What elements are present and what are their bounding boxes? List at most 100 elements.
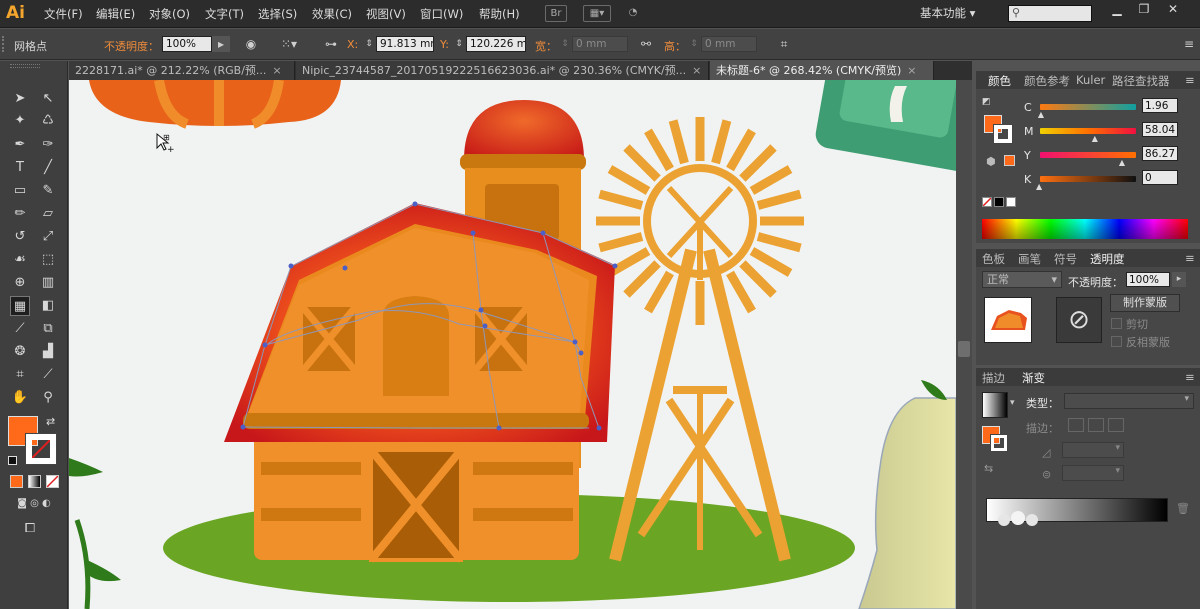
stroke-within-icon[interactable] xyxy=(1068,418,1084,432)
m-input[interactable]: 58.04 xyxy=(1142,122,1178,137)
line-tool-icon[interactable]: ╱ xyxy=(38,158,58,178)
gradient-aspect-input[interactable]: ▾ xyxy=(1062,465,1124,481)
selection-tool-icon[interactable]: ➤ xyxy=(10,89,30,109)
gradient-type-select[interactable]: ▾ xyxy=(1064,393,1194,409)
c-input[interactable]: 1.96 xyxy=(1142,98,1178,113)
rotate-tool-icon[interactable]: ↺ xyxy=(10,227,30,247)
k-slider[interactable] xyxy=(1040,176,1136,182)
tab-brushes[interactable]: 画笔 xyxy=(1018,251,1041,267)
x-input[interactable]: 91.813 mm xyxy=(376,36,434,52)
close-icon[interactable]: ✕ xyxy=(1160,2,1186,20)
eraser-tool-icon[interactable]: ▱ xyxy=(38,204,58,224)
perspective-grid-tool-icon[interactable]: ▥ xyxy=(38,273,58,293)
stroke-swatch[interactable] xyxy=(25,433,57,465)
y-input[interactable]: 120.226 m xyxy=(466,36,526,52)
m-slider-knob[interactable]: ▲ xyxy=(1092,134,1098,143)
zoom-tool-icon[interactable]: ⚲ xyxy=(38,388,58,408)
panel-menu-icon[interactable]: ≡ xyxy=(1185,370,1195,384)
clip-checkbox[interactable] xyxy=(1111,318,1122,329)
opacity-label[interactable]: 不透明度： xyxy=(104,38,159,54)
gradient-mode-icon[interactable] xyxy=(28,475,41,488)
gradient-preview-swatch[interactable] xyxy=(982,392,1008,418)
panel-menu-icon[interactable]: ≡ xyxy=(1185,73,1195,87)
stroke-across-icon[interactable] xyxy=(1108,418,1124,432)
bridge-button[interactable]: Br xyxy=(545,5,567,22)
c-slider-knob[interactable]: ▲ xyxy=(1038,110,1044,119)
menu-edit[interactable]: 编辑(E) xyxy=(96,6,135,22)
tab-document-1[interactable]: 2228171.ai* @ 212.22% (RGB/预... × xyxy=(69,61,295,80)
default-colors-icon[interactable] xyxy=(8,456,17,465)
reference-point-icon[interactable]: ⁙▾ xyxy=(280,36,298,52)
pencil-tool-icon[interactable]: ✏ xyxy=(10,204,30,224)
help-search-input[interactable]: ⚲ xyxy=(1008,5,1092,22)
blend-tool-icon[interactable]: ⧉ xyxy=(38,319,58,339)
menu-object[interactable]: 对象(O) xyxy=(149,6,190,22)
paintbrush-tool-icon[interactable]: ✎ xyxy=(38,181,58,201)
tab-kuler[interactable]: Kuler xyxy=(1076,73,1105,87)
m-slider[interactable] xyxy=(1040,128,1136,134)
swap-colors-icon[interactable]: ⇄ xyxy=(46,416,58,428)
workspace-switcher[interactable]: 基本功能 ▾ xyxy=(920,5,975,21)
black-color-swatch[interactable] xyxy=(994,197,1004,207)
delete-stop-icon[interactable]: 🗑 xyxy=(1176,502,1190,515)
menu-file[interactable]: 文件(F) xyxy=(44,6,83,22)
scale-tool-icon[interactable]: ⤢ xyxy=(38,227,58,247)
transform-icon[interactable]: ⌗ xyxy=(775,36,793,52)
mesh-tool-icon[interactable]: ▦ xyxy=(10,296,30,316)
arrange-documents-button[interactable]: ▦▾ xyxy=(583,5,611,22)
tab-pathfinder[interactable]: 路径查找器 xyxy=(1112,73,1170,89)
hand-tool-icon[interactable]: ✋ xyxy=(10,388,30,408)
magic-wand-tool-icon[interactable]: ✦ xyxy=(10,111,30,131)
opacity-arrow-icon[interactable]: ▸ xyxy=(212,36,230,52)
k-slider-knob[interactable]: ▲ xyxy=(1036,182,1042,191)
tab-close-icon[interactable]: × xyxy=(692,64,701,77)
lasso-tool-icon[interactable]: ♺ xyxy=(38,111,58,131)
rectangle-tool-icon[interactable]: ▭ xyxy=(10,181,30,201)
transparency-opacity-input[interactable]: 100% xyxy=(1126,272,1170,287)
mask-link-icon[interactable]: ⊘ xyxy=(1056,297,1102,343)
menu-help[interactable]: 帮助(H) xyxy=(479,6,520,22)
type-tool-icon[interactable]: T xyxy=(10,158,30,178)
column-graph-tool-icon[interactable]: ▟ xyxy=(38,342,58,362)
blend-mode-select[interactable]: 正常 ▾ xyxy=(982,271,1062,288)
c-slider[interactable] xyxy=(1040,104,1136,110)
minimize-icon[interactable]: ▁ xyxy=(1104,2,1130,20)
gradient-angle-input[interactable]: ▾ xyxy=(1062,442,1124,458)
curvature-tool-icon[interactable]: ✑ xyxy=(38,135,58,155)
swap-fill-stroke-icon[interactable]: ◩ xyxy=(982,97,991,107)
x-stepper-icon[interactable]: ⇕ xyxy=(363,36,375,52)
gamut-color-swatch[interactable] xyxy=(1004,155,1015,166)
gradient-preview-chevron-icon[interactable]: ▾ xyxy=(1010,398,1015,408)
recolor-icon[interactable]: ◉ xyxy=(242,36,260,52)
panel-menu-icon[interactable]: ≡ xyxy=(1180,36,1198,52)
opacity-input[interactable]: 100% xyxy=(162,36,212,52)
free-transform-tool-icon[interactable]: ⬚ xyxy=(38,250,58,270)
tab-stroke[interactable]: 描边 xyxy=(982,370,1005,386)
tab-symbols[interactable]: 符号 xyxy=(1054,251,1077,267)
eyedropper-tool-icon[interactable]: ⟋ xyxy=(10,319,30,339)
menu-view[interactable]: 视图(V) xyxy=(366,6,406,22)
gradient-stroke-swatch[interactable] xyxy=(990,434,1008,452)
reverse-gradient-icon[interactable]: ⇆ xyxy=(984,462,993,475)
menu-window[interactable]: 窗口(W) xyxy=(420,6,463,22)
color-spectrum-bar[interactable] xyxy=(982,219,1188,239)
gradient-stops[interactable] xyxy=(996,510,1044,530)
y-stepper-icon[interactable]: ⇕ xyxy=(453,36,465,52)
invert-mask-checkbox[interactable] xyxy=(1111,336,1122,347)
k-input[interactable]: 0 xyxy=(1142,170,1178,185)
warp-tool-icon[interactable]: ☙ xyxy=(10,250,30,270)
direct-selection-tool-icon[interactable]: ↖ xyxy=(38,89,58,109)
artboard-canvas[interactable]: ⊞ + xyxy=(69,80,956,609)
gradient-tool-icon[interactable]: ◧ xyxy=(38,296,58,316)
tab-document-3[interactable]: 未标题-6* @ 268.42% (CMYK/预览) × xyxy=(710,61,934,80)
gpu-performance-icon[interactable]: ◔ xyxy=(622,5,644,22)
align-icon[interactable]: ⊶ xyxy=(322,36,340,52)
object-thumbnail[interactable] xyxy=(984,297,1032,343)
artboard-tool-icon[interactable]: ⌗ xyxy=(10,365,30,385)
pen-tool-icon[interactable]: ✒ xyxy=(10,135,30,155)
tab-close-icon[interactable]: × xyxy=(907,64,916,77)
tab-document-2[interactable]: Nipic_23744587_20170519222516623036.ai* … xyxy=(296,61,709,80)
height-input[interactable]: 0 mm xyxy=(701,36,757,52)
draw-mode-icon[interactable]: ◙ ◎ ◐ xyxy=(8,496,60,512)
h-stepper-icon[interactable]: ⇕ xyxy=(688,36,700,52)
